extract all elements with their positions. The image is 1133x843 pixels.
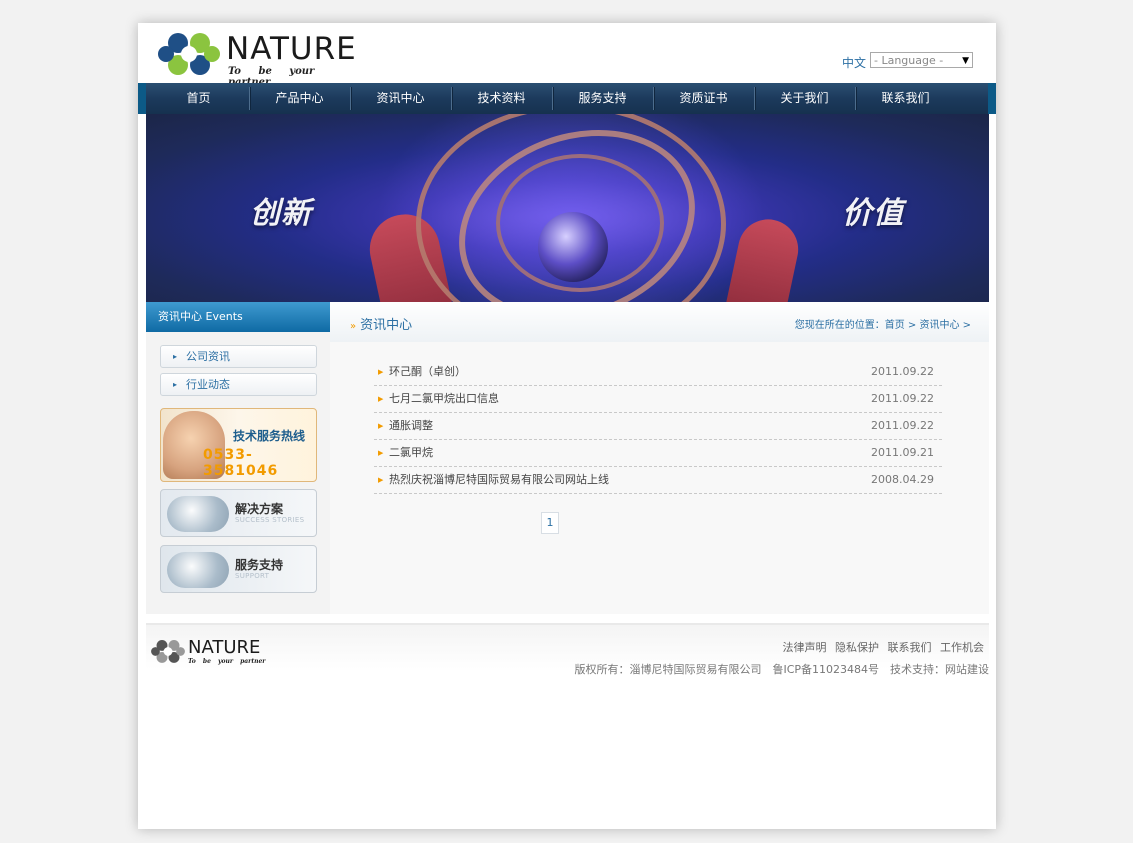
footer-logo: NATURE To be your partner — [150, 637, 270, 671]
nav-item-products[interactable]: 产品中心 — [249, 83, 350, 114]
news-title[interactable]: 七月二氯甲烷出口信息 — [389, 386, 499, 412]
support-sublabel: SUPPORT — [235, 572, 270, 580]
nav-item-contact[interactable]: 联系我们 — [855, 83, 956, 114]
bullet-arrow-icon: ▶ — [378, 422, 384, 430]
nav-edge-right — [988, 83, 996, 114]
news-title[interactable]: 热烈庆祝淄博尼特国际贸易有限公司网站上线 — [389, 467, 609, 493]
page: NATURE To be your partner 中文 - Language … — [138, 23, 996, 829]
nav-item-certificates[interactable]: 资质证书 — [653, 83, 754, 114]
footer-logo-tagline: To be your partner — [188, 658, 266, 665]
footer-link-jobs[interactable]: 工作机会 — [940, 641, 984, 654]
news-title[interactable]: 环己酮（卓创） — [389, 359, 466, 385]
list-item[interactable]: ▶ 七月二氯甲烷出口信息 2011.09.22 — [374, 386, 942, 413]
list-item[interactable]: ▶ 二氯甲烷 2011.09.21 — [374, 440, 942, 467]
nav-item-service[interactable]: 服务支持 — [552, 83, 653, 114]
news-list: ▶ 环己酮（卓创） 2011.09.22 ▶ 七月二氯甲烷出口信息 2011.0… — [374, 359, 942, 494]
sidebar-item-company-news[interactable]: ▸ 公司资讯 — [160, 345, 317, 368]
hotline-label: 技术服务热线 — [233, 429, 306, 443]
hotline-banner[interactable]: 技术服务热线 0533-3581046 — [160, 408, 317, 482]
header: NATURE To be your partner 中文 - Language … — [138, 23, 996, 88]
news-date: 2011.09.22 — [871, 365, 934, 378]
main-panel: » 资讯中心 您现在所在的位置：首页 > 资讯中心 > ▶ 环己酮（卓创） 201… — [330, 302, 989, 614]
bullet-arrow-icon: ▶ — [378, 449, 384, 457]
nav-item-home[interactable]: 首页 — [148, 83, 249, 114]
solutions-label: 解决方案 — [235, 502, 284, 516]
sidebar-title: 资讯中心 Events — [146, 302, 330, 332]
bullet-arrow-icon: ▶ — [378, 395, 384, 403]
news-date: 2011.09.22 — [871, 392, 934, 405]
nav-edge-left — [138, 83, 146, 114]
main-header: » 资讯中心 您现在所在的位置：首页 > 资讯中心 > — [330, 302, 989, 342]
support-banner[interactable]: 服务支持 SUPPORT — [160, 545, 317, 593]
sidebar-item-label: 行业动态 — [186, 378, 230, 391]
nav-item-about[interactable]: 关于我们 — [754, 83, 855, 114]
handshake-image — [167, 496, 229, 532]
content-area: 资讯中心 Events ▸ 公司资讯 ▸ 行业动态 技术服务热线 0533-35… — [146, 302, 989, 614]
sidebar-item-label: 公司资讯 — [186, 350, 230, 363]
sidebar-item-industry-news[interactable]: ▸ 行业动态 — [160, 373, 317, 396]
news-title[interactable]: 通胀调整 — [389, 413, 433, 439]
news-date: 2008.04.29 — [871, 473, 934, 486]
bullet-arrow-icon: ▸ — [173, 352, 178, 361]
nav-item-tech-docs[interactable]: 技术资料 — [451, 83, 552, 114]
dropdown-arrow-icon: ▼ — [962, 56, 969, 66]
language-select[interactable]: - Language - ▼ — [870, 52, 973, 68]
hero-banner: 创新 价值 — [146, 114, 989, 302]
page-title-text: 资讯中心 — [360, 318, 413, 333]
footer-links: 法律声明 隐私保护 联系我们 工作机会 — [778, 639, 985, 655]
list-item[interactable]: ▶ 环己酮（卓创） 2011.09.22 — [374, 359, 942, 386]
hotline-number: 0533-3581046 — [203, 447, 279, 479]
list-item[interactable]: ▶ 通胀调整 2011.09.22 — [374, 413, 942, 440]
globe-image — [167, 552, 229, 588]
logo[interactable]: NATURE To be your partner — [156, 29, 371, 88]
banner-orb — [538, 212, 608, 282]
footer-link-legal[interactable]: 法律声明 — [783, 641, 827, 654]
solutions-banner[interactable]: 解决方案 SUCCESS STORIES — [160, 489, 317, 537]
footer-link-contact[interactable]: 联系我们 — [888, 641, 932, 654]
bullet-arrow-icon: ▶ — [378, 368, 384, 376]
footer-link-privacy[interactable]: 隐私保护 — [835, 641, 879, 654]
main-nav: 首页 产品中心 资讯中心 技术资料 服务支持 资质证书 关于我们 联系我们 — [138, 83, 996, 114]
logo-wordmark: NATURE — [226, 31, 357, 67]
logo-mark-icon — [158, 33, 220, 75]
solutions-sublabel: SUCCESS STORIES — [235, 516, 305, 524]
news-date: 2011.09.21 — [871, 446, 934, 459]
news-date: 2011.09.22 — [871, 419, 934, 432]
language-chinese-link[interactable]: 中文 — [842, 54, 866, 71]
nav-item-news[interactable]: 资讯中心 — [350, 83, 451, 114]
banner-text-value: 价值 — [842, 196, 904, 231]
support-label: 服务支持 — [235, 558, 284, 572]
footer-copyright: 版权所有：淄博尼特国际贸易有限公司 鲁ICP备11023484号 技术支持：网站… — [574, 663, 989, 676]
pagination-page-1[interactable]: 1 — [541, 512, 559, 534]
logo-mark-icon — [151, 640, 185, 663]
banner-text-innovation: 创新 — [250, 196, 312, 231]
footer-logo-wordmark: NATURE — [188, 637, 261, 658]
bullet-arrow-icon: ▶ — [378, 476, 384, 484]
sidebar: 资讯中心 Events ▸ 公司资讯 ▸ 行业动态 技术服务热线 0533-35… — [146, 302, 330, 614]
breadcrumb[interactable]: 您现在所在的位置：首页 > 资讯中心 > — [795, 316, 971, 331]
page-title: » 资讯中心 — [350, 314, 412, 333]
chevron-right-icon: » — [350, 321, 357, 332]
news-title[interactable]: 二氯甲烷 — [389, 440, 433, 466]
bullet-arrow-icon: ▸ — [173, 380, 178, 389]
list-item[interactable]: ▶ 热烈庆祝淄博尼特国际贸易有限公司网站上线 2008.04.29 — [374, 467, 942, 494]
language-select-value: - Language - — [874, 54, 944, 67]
